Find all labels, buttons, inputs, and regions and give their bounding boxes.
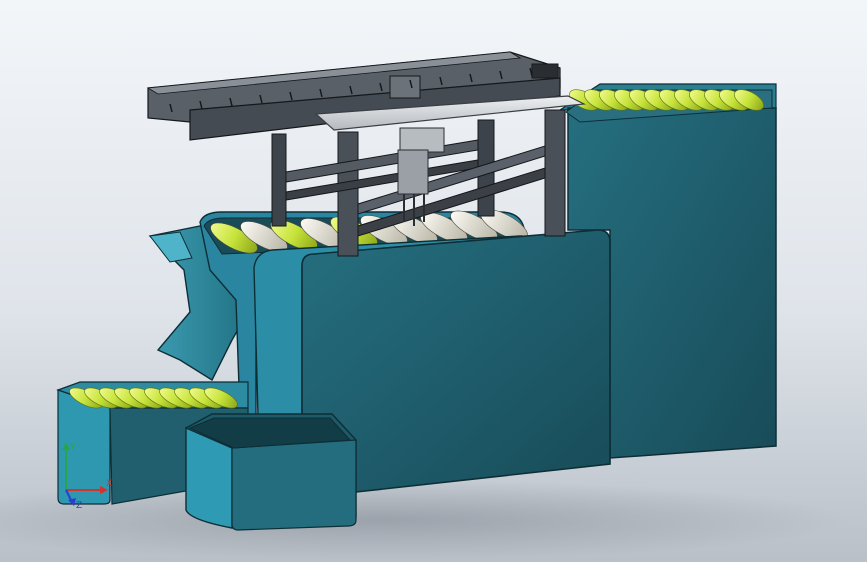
bin-fruit-row [69,387,238,409]
empty-output-bin[interactable] [185,413,357,531]
y-axis-label: Y [69,443,76,453]
machine-assembly-model[interactable] [0,0,867,562]
3d-model-viewport[interactable]: Y X Z [0,0,867,562]
z-axis-label: Z [76,501,82,510]
x-axis-label: X [106,479,112,489]
coordinate-triad: Y X Z [62,442,112,510]
